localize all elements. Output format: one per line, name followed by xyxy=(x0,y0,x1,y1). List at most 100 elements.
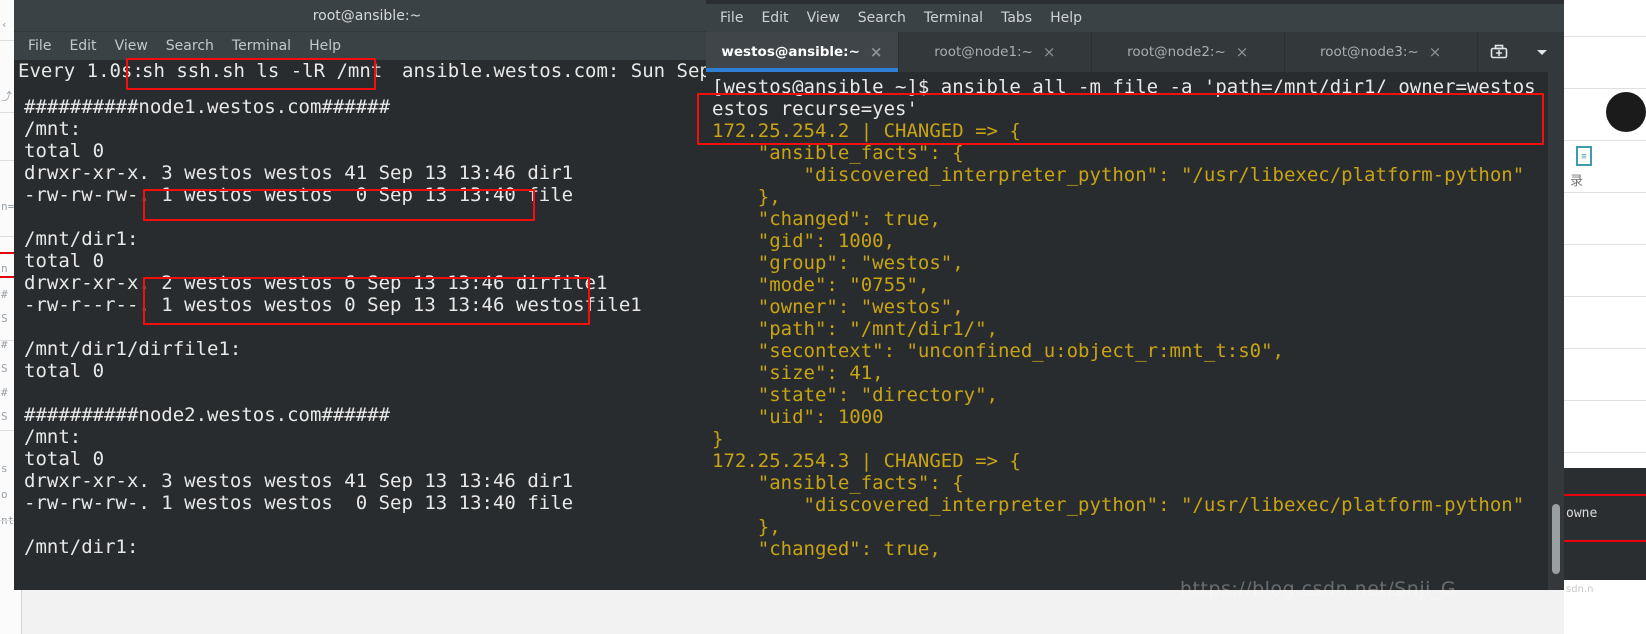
sliver-glyph: S xyxy=(1,362,8,375)
bg-rule xyxy=(1564,36,1646,37)
background-window-right[interactable]: ≡ 录 owne sdn.n xyxy=(1564,0,1646,634)
right-menu-help[interactable]: Help xyxy=(1050,10,1082,26)
bg-strip-redline xyxy=(1564,494,1646,496)
desktop: ‹ ⤴ n= n # S # S # Ss o nt root@ansible:~ File Edit V… xyxy=(0,0,1646,634)
bg-rule xyxy=(1564,88,1646,89)
terminal-tab-2[interactable]: root@node2:~ × xyxy=(1091,32,1285,72)
left-terminal-line: drwxr-xr-x. 3 westos westos 41 Sep 13 13… xyxy=(24,470,574,492)
terminal-tab-3[interactable]: root@node3:~ × xyxy=(1284,32,1478,72)
bg-window-label: 录 xyxy=(1570,174,1584,189)
terminal-tab-1[interactable]: root@node1:~ × xyxy=(898,32,1092,72)
left-terminal-line: /mnt/dir1: xyxy=(24,228,139,250)
left-terminal-line: -rw-rw-rw-. 1 westos westos 0 Sep 13 13:… xyxy=(24,492,574,514)
right-terminal-output-line: "group": "westos", xyxy=(712,252,964,274)
sliver-glyph: s xyxy=(1,462,8,475)
avatar[interactable] xyxy=(1606,92,1646,132)
left-menu-search[interactable]: Search xyxy=(166,38,214,54)
left-terminal-line: /mnt: xyxy=(24,426,82,448)
right-terminal-output-line: "discovered_interpreter_python": "/usr/l… xyxy=(712,494,1525,516)
left-menubar[interactable]: File Edit View Search Terminal Help xyxy=(14,32,720,60)
scrollbar-thumb[interactable] xyxy=(1552,504,1560,574)
right-terminal-output-line: 172.25.254.3 | CHANGED => { xyxy=(712,450,1021,472)
right-menu-terminal[interactable]: Terminal xyxy=(924,10,983,26)
right-terminal-output-line: "ansible_facts": { xyxy=(712,472,964,494)
right-menu-tabs[interactable]: Tabs xyxy=(1001,10,1032,26)
watch-header-command: sh ssh.sh ls -lR /mnt xyxy=(142,60,383,82)
right-menu-edit[interactable]: Edit xyxy=(761,10,788,26)
left-terminal-window[interactable]: root@ansible:~ File Edit View Search Termina… xyxy=(14,0,720,590)
right-menu-file[interactable]: File xyxy=(720,10,743,26)
sliver-glyph: o xyxy=(1,488,8,501)
left-terminal-line: drwxr-xr-x. 3 westos westos 41 Sep 13 13… xyxy=(24,162,574,184)
left-terminal-line: total 0 xyxy=(24,250,105,272)
left-menu-file[interactable]: File xyxy=(28,38,51,54)
sliver-glyph: # xyxy=(1,288,8,301)
sliver-glyph: n= xyxy=(1,200,15,213)
sliver-glyph: ⤴ xyxy=(1,90,12,103)
bg-rule xyxy=(1564,244,1646,245)
right-terminal-output-line: "secontext": "unconfined_u:object_r:mnt_… xyxy=(712,340,1284,362)
sliver-glyph: S xyxy=(1,312,8,325)
terminal-tab-label: root@node3:~ xyxy=(1319,44,1419,60)
terminal-tab-label: root@node2:~ xyxy=(1127,44,1226,60)
sliver-glyph: ‹ xyxy=(1,18,8,31)
terminal-tab-0[interactable]: westos@ansible:~ × xyxy=(706,32,899,72)
right-terminal-output-line: 172.25.254.2 | CHANGED => { xyxy=(712,120,1021,142)
bg-tiny-url: sdn.n xyxy=(1566,584,1594,595)
bg-rule xyxy=(1564,140,1646,141)
left-terminal-line: total 0 xyxy=(24,140,105,162)
right-terminal-output-line: }, xyxy=(712,516,781,538)
watch-header-prefix: Every 1.0s: xyxy=(18,60,144,82)
document-icon: ≡ xyxy=(1576,146,1592,166)
ansible-command-line-1: [westos@ansible ~]$ ansible all -m file … xyxy=(712,76,1564,98)
left-terminal-line: total 0 xyxy=(24,448,105,470)
left-terminal-line: ##########node2.westos.com###### xyxy=(24,404,391,426)
sliver-glyph: n xyxy=(1,262,8,275)
left-terminal-line: total 0 xyxy=(24,360,105,382)
left-terminal-screen[interactable]: Every 1.0s: sh ssh.sh ls -lR /mnt ansibl… xyxy=(14,60,720,590)
close-icon[interactable]: × xyxy=(1043,44,1056,60)
left-terminal-line: /mnt: xyxy=(24,118,82,140)
left-window-title: root@ansible:~ xyxy=(312,7,422,24)
close-icon[interactable]: × xyxy=(1429,44,1442,60)
left-menu-edit[interactable]: Edit xyxy=(69,38,96,54)
right-terminal-output-line: "path": "/mnt/dir1/", xyxy=(712,318,998,340)
left-menu-terminal[interactable]: Terminal xyxy=(232,38,291,54)
right-terminal-output-line: "discovered_interpreter_python": "/usr/l… xyxy=(712,164,1525,186)
bg-rule xyxy=(1564,192,1646,193)
left-terminal-line: /mnt/dir1: xyxy=(24,536,139,558)
bg-strip-redline xyxy=(1564,540,1646,542)
terminal-tab-label: root@node1:~ xyxy=(934,44,1033,60)
right-terminal-output-line: "changed": true, xyxy=(712,208,941,230)
new-tab-icon[interactable] xyxy=(1478,32,1521,72)
close-icon[interactable]: × xyxy=(870,44,883,60)
right-terminal-output-line: "state": "directory", xyxy=(712,384,998,406)
bg-rule xyxy=(1564,452,1646,453)
right-terminal-output-line: "gid": 1000, xyxy=(712,230,896,252)
right-terminal-window[interactable]: File Edit View Search Terminal Tabs Help westo… xyxy=(706,0,1564,590)
left-terminal-line: /mnt/dir1/dirfile1: xyxy=(24,338,242,360)
right-terminal-output-line: } xyxy=(712,428,724,450)
left-menu-help[interactable]: Help xyxy=(309,38,341,54)
close-icon[interactable]: × xyxy=(1236,44,1249,60)
right-terminal-output-line: "owner": "westos", xyxy=(712,296,964,318)
right-terminal-output-line: }, xyxy=(712,186,781,208)
right-menu-view[interactable]: View xyxy=(807,10,840,26)
right-terminal-screen[interactable]: [westos@ansible ~]$ ansible all -m file … xyxy=(706,72,1564,590)
left-titlebar: root@ansible:~ xyxy=(14,0,720,32)
right-terminal-output-line: "ansible_facts": { xyxy=(712,142,964,164)
chevron-down-icon[interactable] xyxy=(1521,32,1564,72)
sliver-glyph: # xyxy=(1,386,8,399)
left-menu-view[interactable]: View xyxy=(115,38,148,54)
bg-rule xyxy=(1564,296,1646,297)
right-menubar[interactable]: File Edit View Search Terminal Tabs Help xyxy=(706,4,1564,32)
right-terminal-output-line: "mode": "0755", xyxy=(712,274,930,296)
right-terminal-output-line: "uid": 1000 xyxy=(712,406,884,428)
bg-rule xyxy=(1564,348,1646,349)
right-menu-search[interactable]: Search xyxy=(858,10,906,26)
left-terminal-line: -rw-rw-rw-. 1 westos westos 0 Sep 13 13:… xyxy=(24,184,574,206)
right-terminal-output-line: "changed": true, xyxy=(712,538,941,560)
terminal-tabbar[interactable]: westos@ansible:~ × root@node1:~ × root@node2… xyxy=(706,32,1564,72)
right-terminal-scrollbar[interactable] xyxy=(1548,72,1564,590)
ansible-command-line-2: estos recurse=yes' xyxy=(712,98,918,120)
